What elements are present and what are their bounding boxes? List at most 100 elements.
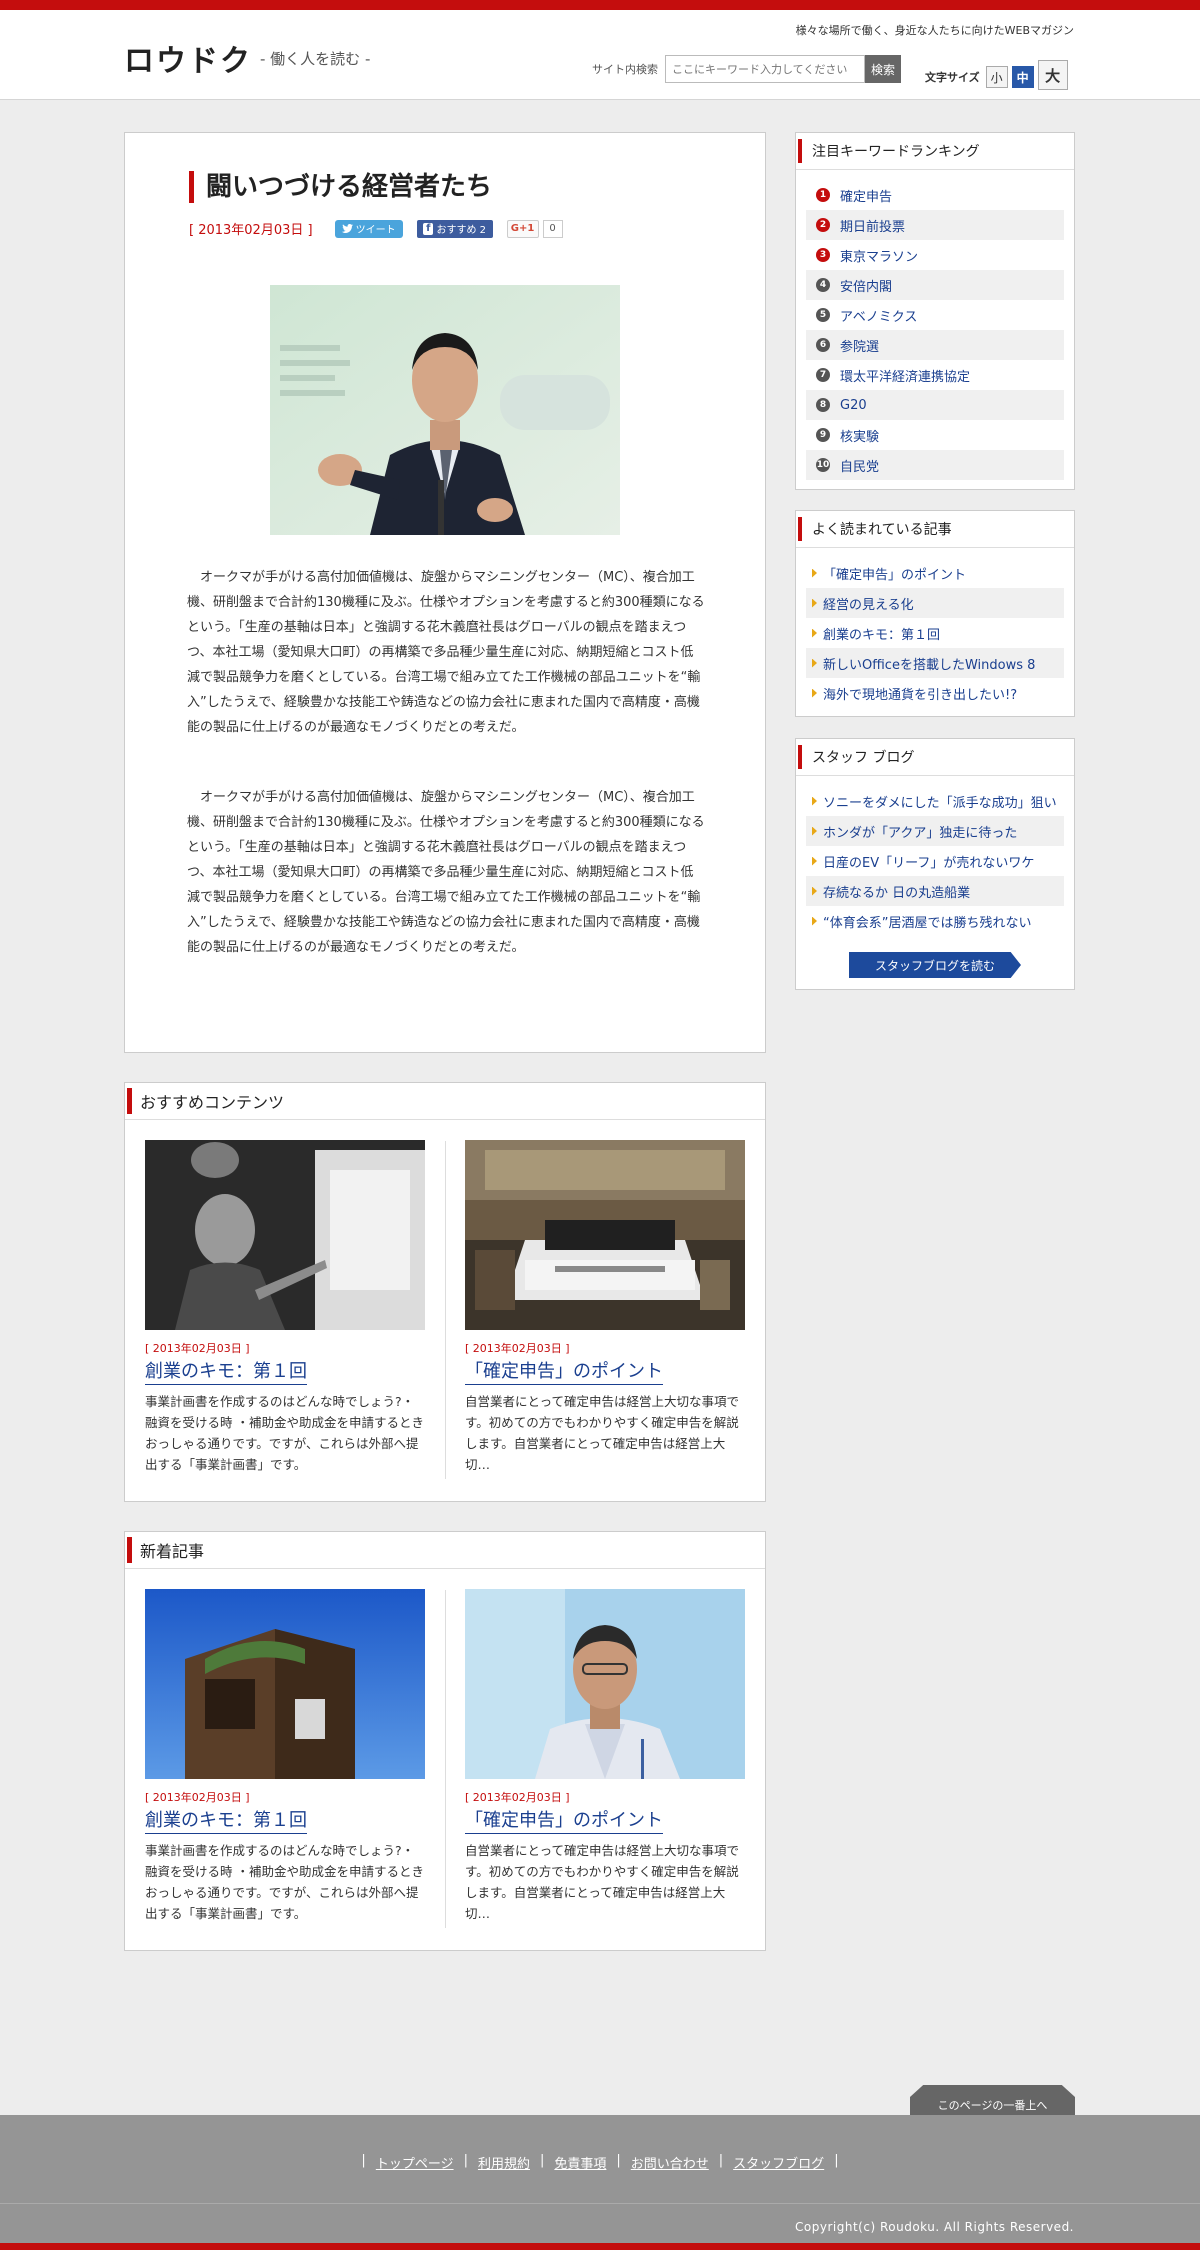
site-logo[interactable]: ロウドク [124, 36, 252, 80]
ranking-keyword-link[interactable]: 期日前投票 [840, 216, 905, 235]
ranking-item[interactable]: 8 G20 [806, 390, 1064, 420]
card-title-link[interactable]: 「確定申告」のポイント [465, 1360, 663, 1385]
staff-blog-widget: スタッフ ブログ ソニーをダメにした「派手な成功」狙い ホンダが「アクア」独走に待… [795, 738, 1075, 990]
popular-list: 「確定申告」のポイント 経営の見える化創業のキモ：第１回新しいOfficeを搭載し… [796, 548, 1074, 716]
ranking-keyword-link[interactable]: 核実験 [840, 426, 879, 445]
footer-link[interactable]: お問い合わせ [631, 2153, 709, 2172]
popular-heading: よく読まれている記事 [812, 522, 952, 538]
heading-accent-bar [127, 1088, 132, 1114]
back-to-top-button[interactable]: このページの一番上へ [910, 2085, 1075, 2115]
card-thumbnail[interactable] [465, 1140, 745, 1330]
popular-article-item-link[interactable]: 創業のキモ：第１回 [823, 624, 940, 643]
card-excerpt: 事業計画書を作成するのはどんな時でしょう?・融資を受ける時 ・補助金や助成金を申… [145, 1394, 424, 1472]
font-size-medium-button[interactable]: 中 [1011, 66, 1034, 88]
section-heading: おすすめコンテンツ [125, 1083, 765, 1120]
heading-accent-bar [798, 745, 802, 769]
card-title-link[interactable]: 「確定申告」のポイント [465, 1809, 663, 1834]
card-date: [ 2013年02月03日 ] [465, 1342, 570, 1355]
ranking-keyword-link[interactable]: 東京マラソン [840, 246, 918, 265]
popular-article-item[interactable]: 創業のキモ：第１回 [806, 618, 1064, 648]
staff-blog-item[interactable]: ソニーをダメにした「派手な成功」狙い [806, 786, 1064, 816]
popular-article-item-link[interactable]: 新しいOfficeを搭載したWindows 8 [823, 654, 1035, 673]
staff-blog-heading: スタッフ ブログ [812, 750, 915, 766]
footer-link[interactable]: トップページ [376, 2153, 454, 2172]
ranking-keyword-link[interactable]: 環太平洋経済連携協定 [840, 366, 970, 385]
ranking-keyword-link[interactable]: 確定申告 [840, 186, 892, 205]
popular-article-item-link[interactable]: 経営の見える化 [823, 594, 914, 613]
card-thumbnail[interactable] [145, 1140, 425, 1330]
ranking-item[interactable]: 4 安倍内閣 [806, 270, 1064, 300]
ranking-item[interactable]: 1 確定申告 [806, 180, 1064, 210]
search-input[interactable] [665, 55, 865, 83]
staff-blog-item-link[interactable]: ソニーをダメにした「派手な成功」狙い [823, 792, 1057, 811]
ranking-keyword-link[interactable]: 自民党 [840, 456, 879, 475]
footer-link[interactable]: スタッフブログ [733, 2153, 824, 2172]
popular-article-item[interactable]: 海外で現地通貨を引き出したい!? [806, 678, 1064, 708]
content-card[interactable]: [ 2013年02月03日 ] 「確定申告」のポイント 自営業者にとって確定申告… [465, 1140, 745, 1475]
arrow-bullet-icon [812, 796, 817, 806]
footer-separator: | [616, 2153, 621, 2168]
font-size-small-button[interactable]: 小 [985, 66, 1008, 88]
card-title-link[interactable]: 創業のキモ：第１回 [145, 1360, 307, 1385]
footer-link[interactable]: 免責事項 [554, 2153, 606, 2172]
ranking-item[interactable]: 10 自民党 [806, 450, 1064, 480]
content-card[interactable]: [ 2013年02月03日 ] 創業のキモ：第１回 事業計画書を作成するのはどん… [145, 1589, 425, 1924]
staff-blog-item[interactable]: ホンダが「アクア」独走に待った [806, 816, 1064, 846]
staff-blog-item[interactable]: 日産のEV「リーフ」が売れないワケ [806, 846, 1064, 876]
arrow-bullet-icon [812, 886, 817, 896]
staff-blog-item-link[interactable]: “体育会系”居酒屋では勝ち残れない [823, 912, 1031, 931]
ranking-item[interactable]: 3 東京マラソン [806, 240, 1064, 270]
rank-circle-icon: 5 [816, 308, 830, 322]
ranking-item[interactable]: 2 期日前投票 [806, 210, 1064, 240]
staff-blog-item-link[interactable]: 日産のEV「リーフ」が売れないワケ [823, 852, 1034, 871]
google-plus-button[interactable]: G+1 [506, 219, 539, 238]
facebook-recommend-button[interactable]: f おすすめ 2 [416, 219, 493, 238]
footer-link[interactable]: 利用規約 [478, 2153, 530, 2172]
google-plus-count: 0 [542, 219, 563, 238]
staff-blog-item-link[interactable]: ホンダが「アクア」独走に待った [823, 822, 1017, 841]
article-date: [ 2013年02月03日 ] [189, 223, 313, 238]
popular-article-item[interactable]: 新しいOfficeを搭載したWindows 8 [806, 648, 1064, 678]
ranking-heading: 注目キーワードランキング [812, 144, 980, 160]
ranking-keyword-link[interactable]: G20 [840, 398, 867, 413]
font-size-large-button[interactable]: 大 [1037, 60, 1068, 90]
arrow-bullet-icon [812, 856, 817, 866]
site-footer: | トップページ | 利用規約 | 免責事項 | お問い合わせ | スタッフブログ | Copyri… [0, 2115, 1200, 2250]
ranking-keyword-link[interactable]: 参院選 [840, 336, 879, 355]
search-button[interactable]: 検索 [865, 55, 901, 83]
heading-accent-bar [798, 139, 802, 163]
arrow-bullet-icon [812, 658, 817, 668]
card-title-link[interactable]: 創業のキモ：第１回 [145, 1809, 307, 1834]
popular-articles-widget: よく読まれている記事 「確定申告」のポイント 経営の見える化創業のキモ：第１回新し… [795, 510, 1075, 717]
widget-heading: スタッフ ブログ [796, 739, 1074, 776]
ranking-keyword-link[interactable]: アベノミクス [840, 306, 917, 325]
card-thumbnail[interactable] [145, 1589, 425, 1779]
main-article: 闘いつづける経営者たち [ 2013年02月03日 ] ツイート f おすすめ … [124, 132, 766, 1053]
ranking-item[interactable]: 7 環太平洋経済連携協定 [806, 360, 1064, 390]
ranking-item[interactable]: 6 参院選 [806, 330, 1064, 360]
tweet-button[interactable]: ツイート [334, 219, 403, 238]
card-excerpt: 事業計画書を作成するのはどんな時でしょう?・融資を受ける時 ・補助金や助成金を申… [145, 1843, 424, 1921]
read-staff-blog-button[interactable]: スタッフブログを読む [849, 952, 1021, 978]
popular-article-item[interactable]: 経営の見える化 [806, 588, 1064, 618]
heading-accent-bar [127, 1537, 132, 1563]
article-paragraph: オークマが手がける高付加価値機は、旋盤からマシニングセンター（MC）、複合加工機… [187, 790, 705, 955]
content-card[interactable]: [ 2013年02月03日 ] 「確定申告」のポイント 自営業者にとって確定申告… [465, 1589, 745, 1924]
article-paragraph: オークマが手がける高付加価値機は、旋盤からマシニングセンター（MC）、複合加工機… [187, 570, 705, 735]
content-card[interactable]: [ 2013年02月03日 ] 創業のキモ：第１回 事業計画書を作成するのはどん… [145, 1140, 425, 1475]
ranking-item[interactable]: 5 アベノミクス [806, 300, 1064, 330]
popular-article-item-link[interactable]: 海外で現地通貨を引き出したい!? [823, 684, 1017, 703]
ranking-keyword-link[interactable]: 安倍内閣 [840, 276, 892, 295]
popular-article-item[interactable]: 「確定申告」のポイント [806, 558, 1064, 588]
ranking-item[interactable]: 9 核実験 [806, 420, 1064, 450]
staff-blog-item-link[interactable]: 存続なるか 日の丸造船業 [823, 882, 970, 901]
card-thumbnail[interactable] [465, 1589, 745, 1779]
search-label: サイト内検索 [592, 63, 658, 76]
popular-article-item-link[interactable]: 「確定申告」のポイント [823, 564, 966, 583]
footer-separator: | [361, 2153, 366, 2168]
staff-blog-item[interactable]: 存続なるか 日の丸造船業 [806, 876, 1064, 906]
font-size-label: 文字サイズ [925, 71, 980, 84]
footer-separator: | [834, 2153, 839, 2168]
staff-blog-item[interactable]: “体育会系”居酒屋では勝ち残れない [806, 906, 1064, 936]
twitter-bird-icon [341, 224, 353, 233]
